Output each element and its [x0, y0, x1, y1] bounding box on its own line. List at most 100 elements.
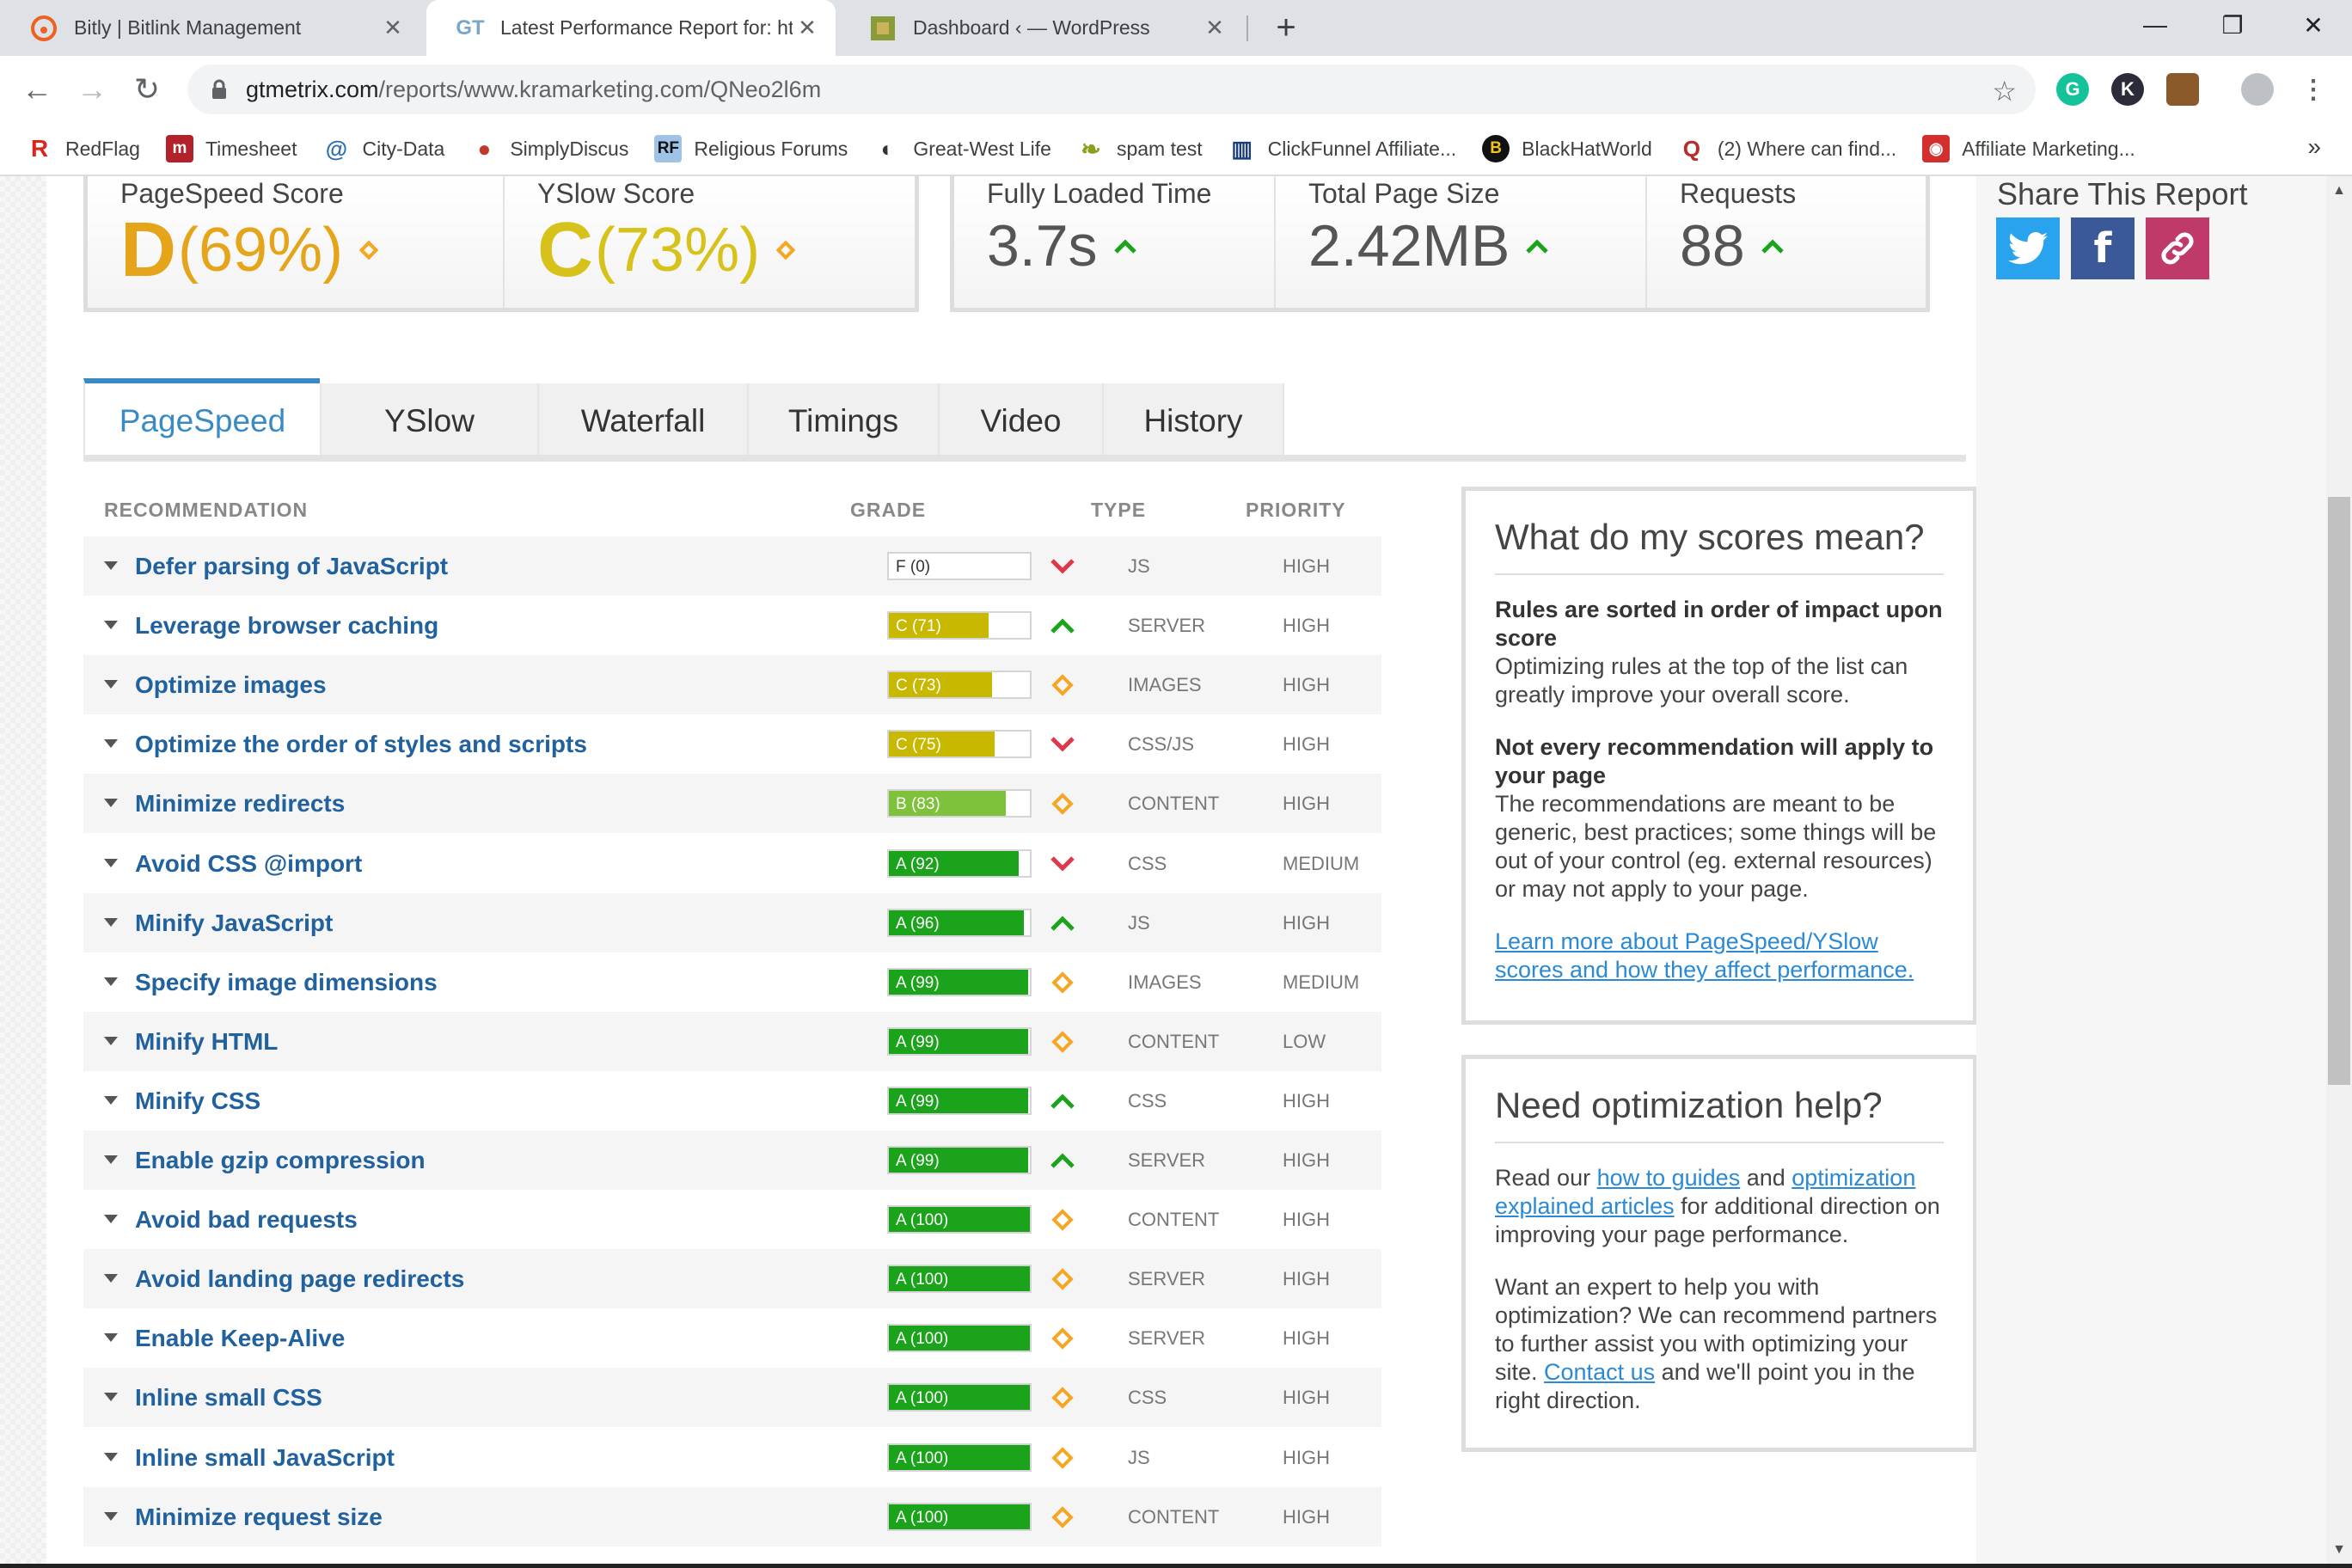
recommendation-name[interactable]: Specify image dimensions [135, 969, 438, 996]
bookmark-timesheet[interactable]: m Timesheet [165, 135, 297, 162]
reload-icon[interactable]: ↻ [126, 68, 168, 111]
tab-pagespeed[interactable]: PageSpeed [83, 378, 320, 459]
grammarly-icon[interactable]: G [2056, 73, 2089, 106]
expand-caret-icon[interactable] [104, 1512, 118, 1521]
expand-caret-icon[interactable] [104, 799, 118, 807]
table-row[interactable]: Optimize images C (73) IMAGES HIGH [83, 655, 1381, 714]
contact-us-link[interactable]: Contact us [1544, 1359, 1655, 1385]
recommendation-name[interactable]: Inline small JavaScript [135, 1444, 395, 1472]
profile-avatar[interactable] [2241, 73, 2274, 106]
tab-timings[interactable]: Timings [747, 383, 938, 459]
expand-caret-icon[interactable] [104, 1096, 118, 1105]
bookmark-star-icon[interactable]: ☆ [1992, 75, 2017, 107]
table-row[interactable]: Defer parsing of JavaScript F (0) JS HIGH [83, 536, 1381, 596]
close-icon[interactable]: ✕ [1200, 14, 1229, 43]
how-to-guides-link[interactable]: how to guides [1597, 1165, 1741, 1191]
recommendation-name[interactable]: Optimize images [135, 671, 327, 699]
table-row[interactable]: Avoid bad requests A (100) CONTENT HIGH [83, 1190, 1381, 1249]
bookmark-spam-test[interactable]: ❧ spam test [1077, 135, 1202, 162]
tab-waterfall[interactable]: Waterfall [537, 383, 747, 459]
table-row[interactable]: Minimize redirects B (83) CONTENT HIGH [83, 774, 1381, 833]
expand-caret-icon[interactable] [104, 621, 118, 629]
recommendation-name[interactable]: Minify JavaScript [135, 910, 333, 937]
table-row[interactable]: Enable gzip compression A (99) SERVER HIGH [83, 1130, 1381, 1190]
expand-caret-icon[interactable] [104, 977, 118, 986]
scrollbar-thumb[interactable] [2328, 497, 2350, 1085]
recommendation-name[interactable]: Defer parsing of JavaScript [135, 553, 448, 580]
table-row[interactable]: Avoid landing page redirects A (100) SERVE… [83, 1249, 1381, 1308]
table-row[interactable]: Avoid CSS @import A (92) CSS MEDIUM [83, 834, 1381, 893]
column-header-type[interactable]: TYPE [1091, 499, 1146, 522]
twitter-share-button[interactable] [1996, 217, 2060, 279]
expand-caret-icon[interactable] [104, 680, 118, 689]
expand-caret-icon[interactable] [104, 1453, 118, 1461]
expand-caret-icon[interactable] [104, 1155, 118, 1164]
table-row[interactable]: Minify CSS A (99) CSS HIGH [83, 1071, 1381, 1130]
expand-caret-icon[interactable] [104, 1333, 118, 1342]
close-icon[interactable]: ✕ [378, 14, 407, 43]
bookmark-clickfunnel[interactable]: ▥ ClickFunnel Affiliate... [1228, 135, 1456, 162]
bookmark-redflag[interactable]: R RedFlag [26, 135, 140, 162]
recommendation-name[interactable]: Minimize request size [135, 1504, 383, 1531]
bookmark-affiliate-marketing[interactable]: ◉ Affiliate Marketing... [1922, 135, 2135, 162]
recommendation-name[interactable]: Enable gzip compression [135, 1147, 426, 1174]
expand-caret-icon[interactable] [104, 918, 118, 927]
recommendation-name[interactable]: Leverage browser caching [135, 612, 438, 640]
bookmark-religious-forums[interactable]: RF Religious Forums [654, 135, 848, 162]
copy-link-button[interactable] [2146, 217, 2209, 279]
tab-yslow[interactable]: YSlow [320, 383, 537, 459]
column-header-grade[interactable]: GRADE [850, 499, 926, 522]
expand-caret-icon[interactable] [104, 859, 118, 867]
bookmark-city-data[interactable]: @ City-Data [322, 135, 445, 162]
expand-caret-icon[interactable] [104, 739, 118, 748]
recommendation-name[interactable]: Minify HTML [135, 1028, 278, 1056]
back-icon[interactable]: ← [15, 68, 58, 111]
table-row[interactable]: Minify JavaScript A (96) JS HIGH [83, 893, 1381, 952]
recommendation-name[interactable]: Avoid bad requests [135, 1206, 358, 1234]
expand-caret-icon[interactable] [104, 1037, 118, 1045]
expand-caret-icon[interactable] [104, 1393, 118, 1401]
restore-button[interactable]: ❐ [2194, 0, 2271, 50]
expand-caret-icon[interactable] [104, 1274, 118, 1283]
menu-dots-icon[interactable]: ⋮ [2297, 73, 2330, 106]
scroll-up-icon[interactable]: ▲ [2326, 178, 2352, 204]
bookmark-simplydiscus[interactable]: ● SimplyDiscus [470, 135, 628, 162]
table-row[interactable]: Inline small CSS A (100) CSS HIGH [83, 1368, 1381, 1427]
recommendation-name[interactable]: Minify CSS [135, 1087, 260, 1115]
expand-caret-icon[interactable] [104, 561, 118, 570]
table-row[interactable]: Minimize request size A (100) CONTENT HIGH [83, 1487, 1381, 1547]
table-row[interactable]: Leverage browser caching C (71) SERVER HIGH [83, 596, 1381, 655]
browser-tab-bitly[interactable]: Bitly | Bitlink Management ✕ [0, 0, 421, 56]
table-row[interactable]: Minify HTML A (99) CONTENT LOW [83, 1012, 1381, 1071]
recommendation-name[interactable]: Avoid landing page redirects [135, 1265, 464, 1293]
recommendation-name[interactable]: Inline small CSS [135, 1384, 322, 1412]
tab-video[interactable]: Video [938, 383, 1102, 459]
bookmark-quora[interactable]: Q (2) Where can find... [1678, 135, 1896, 162]
column-header-recommendation[interactable]: RECOMMENDATION [104, 499, 308, 522]
table-row[interactable]: Enable Keep-Alive A (100) SERVER HIGH [83, 1308, 1381, 1368]
bookmarks-overflow-icon[interactable]: » [2307, 133, 2321, 161]
expand-caret-icon[interactable] [104, 1215, 118, 1223]
recommendation-name[interactable]: Optimize the order of styles and scripts [135, 731, 587, 758]
window-close-button[interactable]: ✕ [2275, 0, 2352, 50]
table-row[interactable]: Inline small JavaScript A (100) JS HIGH [83, 1428, 1381, 1487]
bookmark-blackhatworld[interactable]: B BlackHatWorld [1482, 135, 1652, 162]
minimize-button[interactable]: — [2116, 0, 2194, 50]
recommendation-name[interactable]: Enable Keep-Alive [135, 1325, 345, 1352]
facebook-share-button[interactable]: f [2071, 217, 2135, 279]
bookmark-great-west-life[interactable]: ◐ Great-West Life [873, 135, 1051, 162]
close-icon[interactable]: ✕ [793, 14, 822, 43]
browser-tab-wordpress[interactable]: Dashboard ‹ — WordPress ✕ [839, 0, 1243, 56]
forward-icon[interactable]: → [70, 68, 113, 111]
learn-more-link[interactable]: Learn more about PageSpeed/YSlow scores … [1495, 928, 1914, 983]
address-bar[interactable]: gtmetrix.com /reports/www.kramarketing.c… [187, 64, 2036, 114]
recommendation-name[interactable]: Minimize redirects [135, 790, 345, 818]
extension-k-icon[interactable]: K [2111, 73, 2144, 106]
column-header-priority[interactable]: PRIORITY [1246, 499, 1346, 522]
new-tab-button[interactable]: + [1267, 9, 1305, 46]
recommendation-name[interactable]: Avoid CSS @import [135, 850, 362, 878]
tab-history[interactable]: History [1102, 383, 1284, 459]
table-row[interactable]: Specify image dimensions A (99) IMAGES MEDI… [83, 952, 1381, 1012]
extension-box-icon[interactable] [2166, 73, 2199, 106]
table-row[interactable]: Optimize the order of styles and scripts… [83, 714, 1381, 774]
